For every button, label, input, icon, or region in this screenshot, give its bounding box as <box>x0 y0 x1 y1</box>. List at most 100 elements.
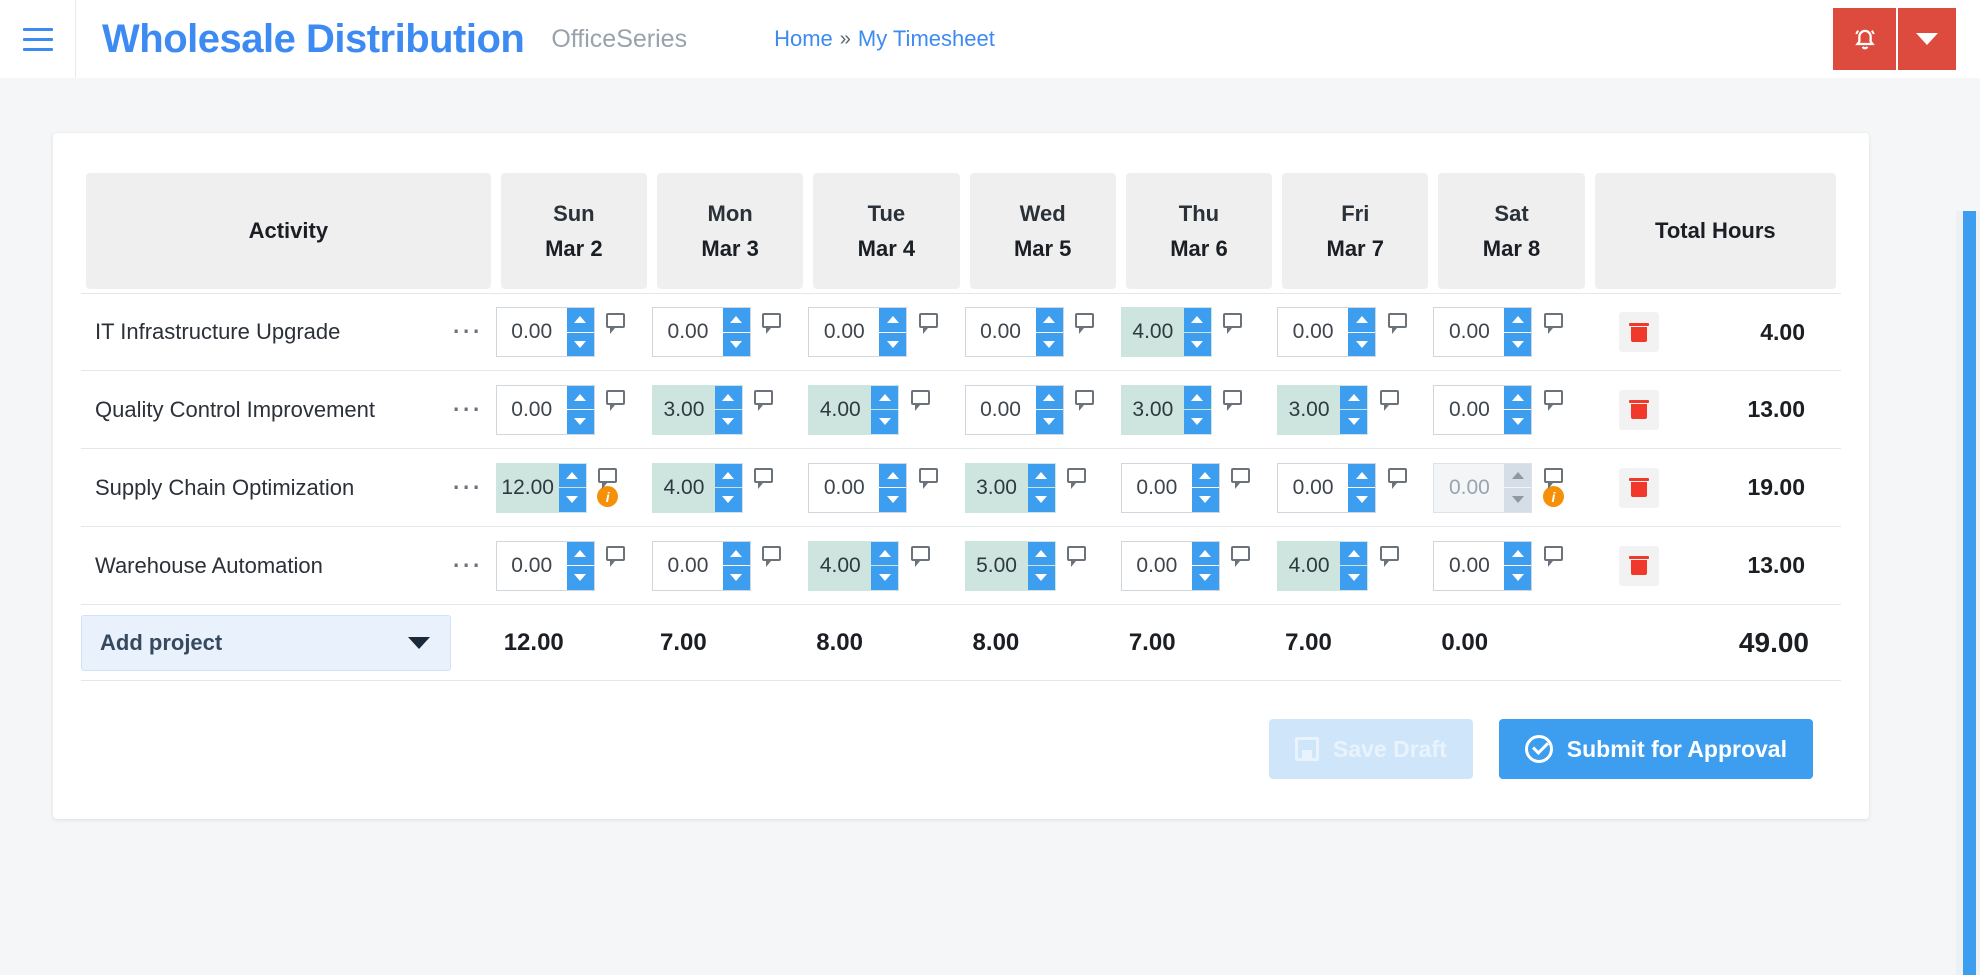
hours-stepper[interactable]: 0.00 <box>496 385 595 435</box>
stepper-up-button[interactable] <box>871 386 898 410</box>
stepper-up-button[interactable] <box>1504 308 1531 332</box>
stepper-up-button[interactable] <box>1028 464 1055 488</box>
stepper-up-button[interactable] <box>559 464 586 488</box>
stepper-down-button[interactable] <box>879 488 906 512</box>
hours-stepper[interactable]: 0.00 <box>496 307 595 357</box>
comment-icon[interactable] <box>1075 390 1094 405</box>
ellipsis-icon[interactable]: ⋯ <box>439 327 496 337</box>
stepper-up-button[interactable] <box>723 308 750 332</box>
hours-stepper[interactable]: 0.00 <box>1277 463 1376 513</box>
hours-value[interactable]: 3.00 <box>966 464 1028 512</box>
notification-bell-button[interactable] <box>1833 8 1896 70</box>
stepper-up-button[interactable] <box>1036 386 1063 410</box>
comment-icon[interactable] <box>1544 313 1563 328</box>
add-project-dropdown[interactable]: Add project <box>81 615 451 671</box>
comment-icon[interactable] <box>1380 546 1399 561</box>
comment-icon[interactable] <box>606 546 625 561</box>
stepper-down-button[interactable] <box>1504 333 1531 357</box>
stepper-up-button[interactable] <box>871 542 898 566</box>
stepper-up-button[interactable] <box>723 542 750 566</box>
hours-stepper[interactable]: 4.00 <box>808 385 899 435</box>
stepper-down-button[interactable] <box>871 566 898 590</box>
comment-icon[interactable] <box>762 546 781 561</box>
hours-value[interactable]: 0.00 <box>809 308 879 356</box>
hours-stepper[interactable]: 0.00 <box>1121 541 1220 591</box>
hours-stepper[interactable]: 4.00 <box>1121 307 1212 357</box>
hours-value[interactable]: 3.00 <box>1278 386 1340 434</box>
stepper-up-button[interactable] <box>1036 308 1063 332</box>
breadcrumb-home[interactable]: Home <box>774 26 833 52</box>
stepper-down-button[interactable] <box>715 488 742 512</box>
comment-icon[interactable] <box>1388 313 1407 328</box>
stepper-down-button[interactable] <box>1348 488 1375 512</box>
hours-stepper[interactable]: 3.00 <box>1121 385 1212 435</box>
stepper-down-button[interactable] <box>871 410 898 434</box>
stepper-down-button[interactable] <box>1504 566 1531 590</box>
stepper-down-button[interactable] <box>567 410 594 434</box>
hamburger-icon[interactable] <box>0 0 76 78</box>
stepper-up-button[interactable] <box>1348 464 1375 488</box>
hours-stepper[interactable]: 0.00 <box>496 541 595 591</box>
info-icon[interactable]: i <box>597 486 618 507</box>
stepper-up-button[interactable] <box>1348 308 1375 332</box>
info-icon[interactable]: i <box>1543 486 1564 507</box>
comment-icon[interactable] <box>1223 313 1242 328</box>
comment-icon[interactable] <box>598 468 617 483</box>
hours-stepper[interactable]: 3.00 <box>965 463 1056 513</box>
stepper-down-button[interactable] <box>1036 410 1063 434</box>
hours-value[interactable]: 4.00 <box>653 464 715 512</box>
hours-value[interactable]: 0.00 <box>966 386 1036 434</box>
stepper-down-button[interactable] <box>1028 566 1055 590</box>
hours-value[interactable]: 5.00 <box>966 542 1028 590</box>
ellipsis-icon[interactable]: ⋯ <box>439 561 496 571</box>
stepper-down-button[interactable] <box>723 566 750 590</box>
stepper-down-button[interactable] <box>1192 488 1219 512</box>
hours-stepper[interactable]: 0.00 <box>965 385 1064 435</box>
comment-icon[interactable] <box>606 390 625 405</box>
stepper-down-button[interactable] <box>1340 410 1367 434</box>
hours-value[interactable]: 0.00 <box>809 464 879 512</box>
delete-row-button[interactable] <box>1619 312 1659 352</box>
hours-value[interactable]: 0.00 <box>1122 464 1192 512</box>
hours-value[interactable]: 0.00 <box>497 386 567 434</box>
comment-icon[interactable] <box>1388 468 1407 483</box>
comment-icon[interactable] <box>1075 313 1094 328</box>
stepper-down-button[interactable] <box>1348 333 1375 357</box>
stepper-down-button[interactable] <box>715 410 742 434</box>
hours-value[interactable]: 0.00 <box>1434 308 1504 356</box>
stepper-up-button[interactable] <box>567 386 594 410</box>
hours-value[interactable]: 0.00 <box>497 542 567 590</box>
hours-value[interactable]: 4.00 <box>809 542 871 590</box>
hours-value[interactable]: 4.00 <box>809 386 871 434</box>
delete-row-button[interactable] <box>1619 468 1659 508</box>
hours-stepper[interactable]: 4.00 <box>652 463 743 513</box>
hours-stepper[interactable]: 12.00 <box>496 463 587 513</box>
scrollbar-thumb[interactable] <box>1963 211 1976 975</box>
ellipsis-icon[interactable]: ⋯ <box>439 483 496 493</box>
stepper-down-button[interactable] <box>567 333 594 357</box>
comment-icon[interactable] <box>1231 546 1250 561</box>
stepper-down-button[interactable] <box>879 333 906 357</box>
hours-stepper[interactable]: 0.00 <box>652 541 751 591</box>
comment-icon[interactable] <box>1223 390 1242 405</box>
hours-value[interactable]: 0.00 <box>966 308 1036 356</box>
stepper-up-button[interactable] <box>567 542 594 566</box>
stepper-down-button[interactable] <box>1028 488 1055 512</box>
stepper-up-button[interactable] <box>1340 386 1367 410</box>
hours-value[interactable]: 0.00 <box>1278 464 1348 512</box>
hours-stepper[interactable]: 0.00 <box>1433 541 1532 591</box>
stepper-up-button[interactable] <box>1504 386 1531 410</box>
stepper-down-button[interactable] <box>1036 333 1063 357</box>
vertical-scrollbar[interactable] <box>1956 211 1980 975</box>
stepper-down-button[interactable] <box>1340 566 1367 590</box>
hours-stepper[interactable]: 0.00 <box>808 307 907 357</box>
stepper-up-button[interactable] <box>1184 386 1211 410</box>
delete-row-button[interactable] <box>1619 390 1659 430</box>
comment-icon[interactable] <box>1067 468 1086 483</box>
comment-icon[interactable] <box>762 313 781 328</box>
hours-value[interactable]: 0.00 <box>497 308 567 356</box>
comment-icon[interactable] <box>1067 546 1086 561</box>
comment-icon[interactable] <box>911 546 930 561</box>
hours-stepper[interactable]: 0.00 <box>965 307 1064 357</box>
hours-value[interactable]: 0.00 <box>653 542 723 590</box>
